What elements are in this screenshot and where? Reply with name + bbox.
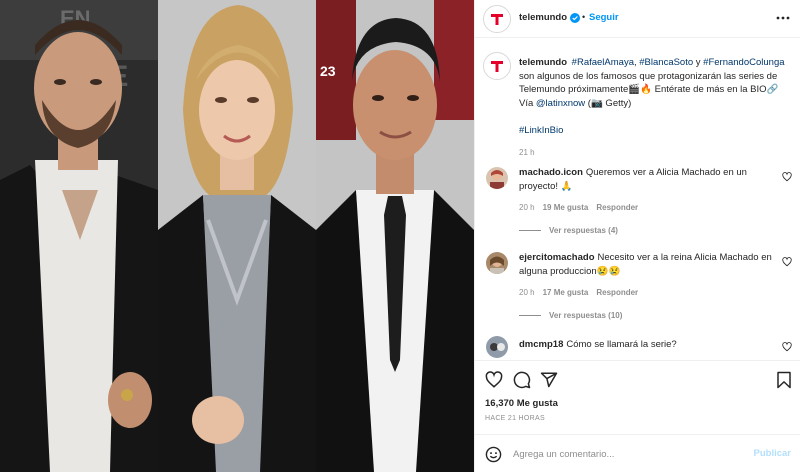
heart-icon[interactable] — [485, 371, 503, 389]
commenter-avatar-machado[interactable] — [486, 167, 508, 189]
author-username[interactable]: telemundo — [519, 12, 567, 23]
like-comment-heart-icon[interactable] — [782, 342, 792, 352]
post-sidebar: telemundo • Seguir telemundo #RafaelAmay… — [474, 0, 800, 472]
post-header: telemundo • Seguir — [475, 0, 800, 38]
publish-button[interactable]: Publicar — [754, 448, 792, 459]
photo-person-2 — [158, 0, 316, 472]
comment-input[interactable] — [513, 445, 743, 463]
like-comment-heart-icon[interactable] — [782, 172, 792, 182]
share-icon[interactable] — [540, 371, 558, 389]
view-replies-label: Ver respuestas (10) — [549, 311, 623, 320]
author-avatar[interactable] — [483, 5, 511, 33]
commenter-avatar-dmcmp18[interactable] — [486, 336, 508, 358]
comment-username[interactable]: dmcmp18 — [519, 339, 563, 350]
comment-time[interactable]: 20 h — [519, 288, 535, 297]
hashtag-fernandocolunga[interactable]: #FernandoColunga — [703, 57, 784, 68]
commenter-avatar-ejercitomachado[interactable] — [486, 252, 508, 274]
caption-time[interactable]: 21 h — [519, 148, 535, 157]
comment-icon[interactable] — [513, 371, 531, 389]
comment-time[interactable]: 20 h — [519, 203, 535, 212]
telemundo-logo — [486, 55, 508, 77]
add-comment-bar: Publicar — [475, 434, 800, 472]
comment-likes[interactable]: 17 Me gusta — [543, 288, 589, 297]
hashtag-rafaelamaya[interactable]: #RafaelAmaya — [572, 57, 634, 68]
post-image[interactable]: EN IE — [0, 0, 474, 472]
photo-panel-3: 23 — [316, 0, 474, 472]
replies-line — [519, 315, 541, 316]
photo-person-1: EN IE — [0, 0, 158, 472]
comment-2: ejercitomachado Necesito ver a la reina A… — [519, 251, 779, 300]
like-comment-heart-icon[interactable] — [782, 257, 792, 267]
comment-username[interactable]: ejercitomachado — [519, 252, 595, 263]
comment-username[interactable]: machado.icon — [519, 167, 583, 178]
post-timestamp: HACE 21 HORAS — [485, 415, 545, 422]
comment-1: machado.icon Queremos ver a Alicia Machad… — [519, 166, 779, 215]
svg-text:23: 23 — [320, 63, 336, 79]
emoji-icon[interactable] — [485, 446, 502, 463]
hashtag-blancasoto[interactable]: #BlancaSoto — [639, 57, 693, 68]
caption-username[interactable]: telemundo — [519, 57, 567, 68]
more-options-icon[interactable] — [776, 11, 790, 25]
view-replies-2[interactable]: Ver respuestas (10) — [519, 311, 622, 320]
comment-text: Cómo se llamará la serie? — [566, 339, 677, 350]
instagram-post-view: EN IE — [0, 0, 800, 472]
photo-person-3: 23 — [316, 0, 474, 472]
telemundo-logo — [486, 8, 508, 30]
reply-button[interactable]: Responder — [596, 203, 638, 212]
caption-separator: y — [693, 57, 704, 68]
likes-count[interactable]: 16,370 Me gusta — [485, 398, 558, 409]
caption-credit: (📷 Getty) — [585, 97, 632, 109]
caption-avatar[interactable] — [483, 52, 511, 80]
header-dot-separator: • — [582, 12, 586, 22]
reply-button[interactable]: Responder — [596, 288, 638, 297]
photo-panel-2 — [158, 0, 316, 472]
photo-panel-1: EN IE — [0, 0, 158, 472]
hashtag-linkinbio[interactable]: #LinkInBio — [519, 125, 563, 136]
view-replies-label: Ver respuestas (4) — [549, 226, 618, 235]
verified-badge-icon — [570, 13, 580, 23]
comment-3: dmcmp18 Cómo se llamará la serie? — [519, 338, 779, 352]
comment-likes[interactable]: 19 Me gusta — [543, 203, 589, 212]
view-replies-1[interactable]: Ver respuestas (4) — [519, 226, 618, 235]
follow-button[interactable]: Seguir — [589, 12, 619, 23]
replies-line — [519, 230, 541, 231]
mention-latinxnow[interactable]: @latinxnow — [536, 98, 585, 109]
post-caption: telemundo #RafaelAmaya, #BlancaSoto y #F… — [519, 56, 787, 160]
save-icon[interactable] — [775, 371, 793, 389]
